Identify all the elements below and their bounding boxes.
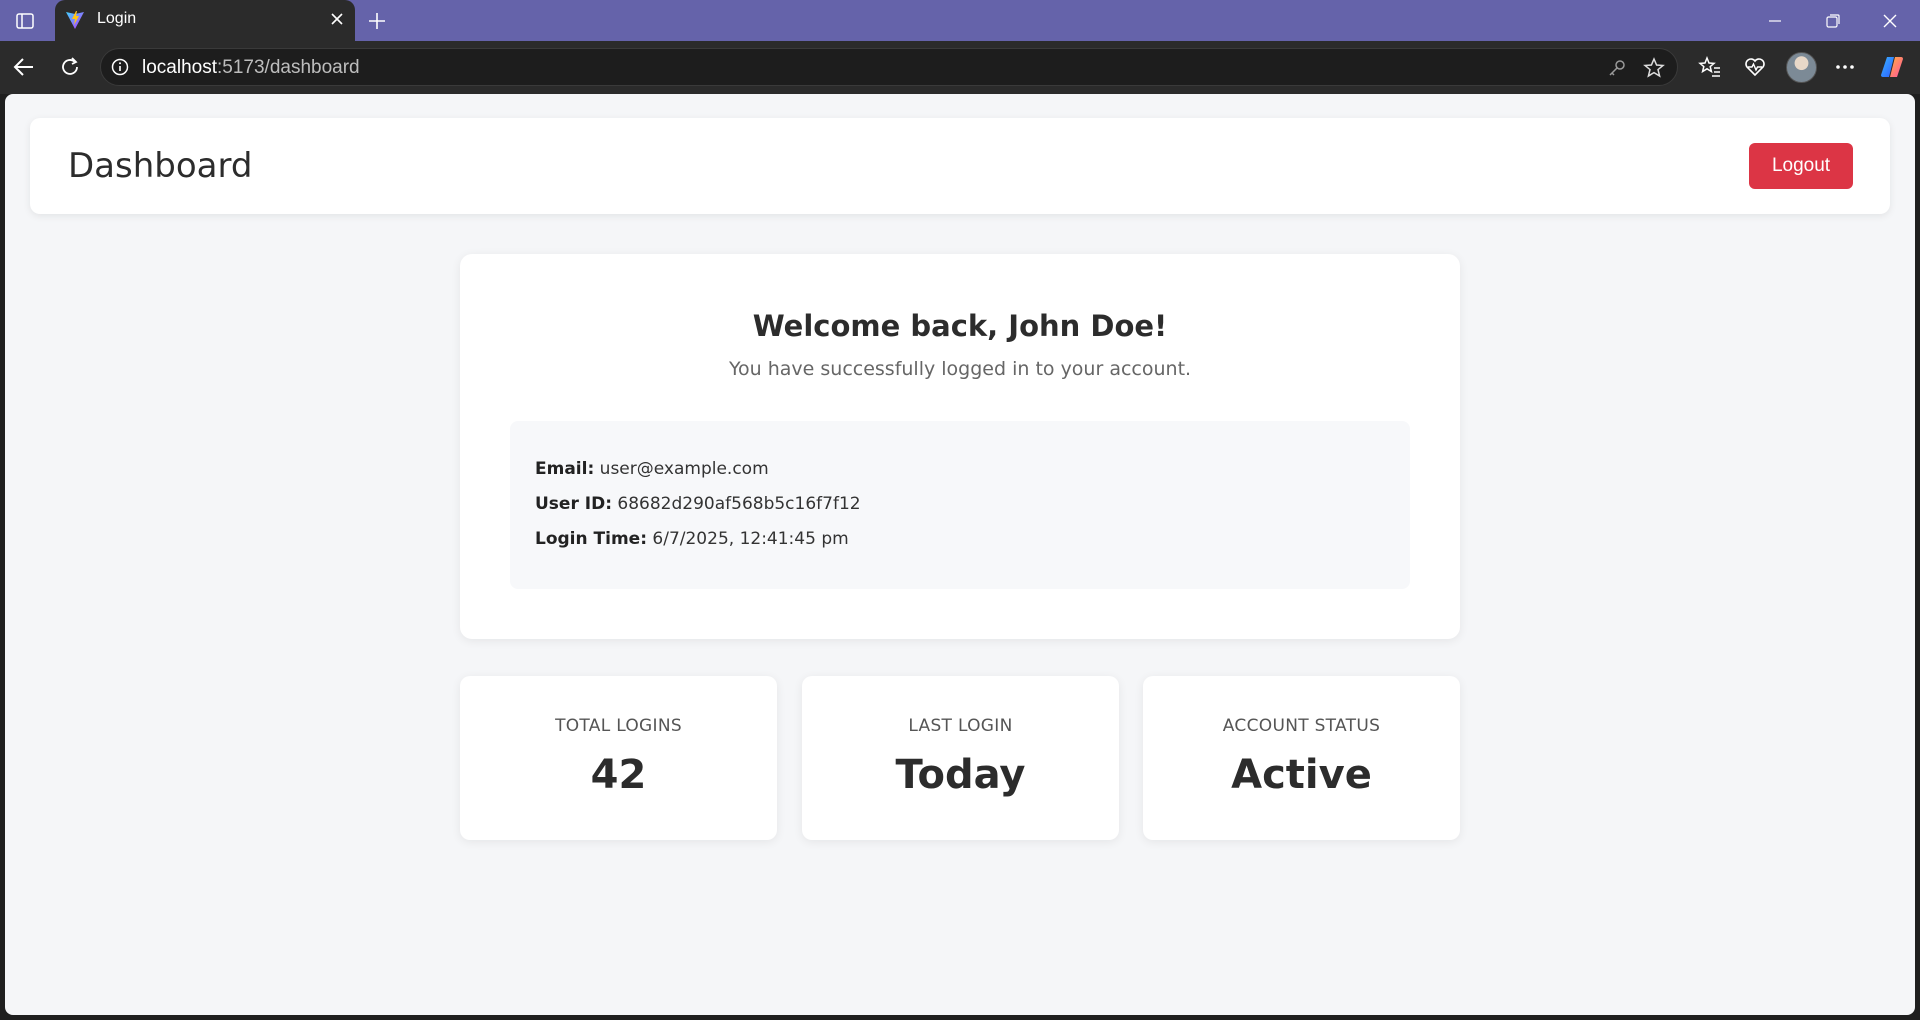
email-row: Email: user@example.com — [535, 459, 769, 479]
refresh-icon[interactable] — [54, 51, 86, 83]
favorites-icon[interactable] — [1694, 51, 1726, 83]
health-icon[interactable] — [1739, 51, 1771, 83]
user-id-label: User ID: — [535, 494, 612, 514]
welcome-subtitle: You have successfully logged in to your … — [728, 358, 1192, 380]
stat-label: TOTAL LOGINS — [555, 716, 682, 736]
email-value: user@example.com — [599, 459, 769, 479]
stat-value: 42 — [590, 752, 647, 798]
login-time-row: Login Time: 6/7/2025, 12:41:45 pm — [535, 529, 849, 549]
title-bar: Login — [0, 0, 1920, 41]
login-time-label: Login Time: — [535, 529, 647, 549]
user-id-value: 68682d290af568b5c16f7f12 — [617, 494, 861, 514]
key-icon[interactable] — [1607, 58, 1627, 78]
close-icon[interactable] — [329, 11, 345, 27]
copilot-icon[interactable] — [1876, 51, 1908, 83]
welcome-title: Welcome back, John Doe! — [752, 309, 1168, 343]
tab-title: Login — [97, 10, 137, 27]
vite-favicon-icon — [66, 11, 84, 29]
dashboard-header: Dashboard Logout — [30, 118, 1890, 214]
more-icon[interactable] — [1829, 51, 1861, 83]
stat-label: ACCOUNT STATUS — [1222, 716, 1381, 736]
stat-label: LAST LOGIN — [908, 716, 1013, 736]
star-icon[interactable] — [1643, 57, 1665, 79]
logout-button[interactable]: Logout — [1749, 143, 1853, 189]
welcome-card: Welcome back, John Doe! You have success… — [460, 254, 1460, 639]
sidebar-icon[interactable] — [10, 8, 40, 34]
browser-tab[interactable]: Login — [55, 0, 355, 41]
user-info-box: Email: user@example.com User ID: 68682d2… — [510, 421, 1410, 589]
login-time-value: 6/7/2025, 12:41:45 pm — [652, 529, 849, 549]
avatar[interactable] — [1786, 52, 1817, 83]
window-close-icon[interactable] — [1862, 0, 1918, 41]
page-viewport: Dashboard Logout Welcome back, John Doe!… — [5, 94, 1915, 1015]
email-label: Email: — [535, 459, 595, 479]
info-icon[interactable] — [111, 58, 129, 76]
stat-value: Active — [1231, 752, 1372, 798]
address-bar[interactable]: localhost:5173/dashboard — [100, 48, 1678, 86]
stat-card-last-login: LAST LOGIN Today — [802, 676, 1119, 840]
new-tab-icon[interactable] — [362, 6, 392, 36]
stat-card-account-status: ACCOUNT STATUS Active — [1143, 676, 1460, 840]
user-id-row: User ID: 68682d290af568b5c16f7f12 — [535, 494, 861, 514]
url-text: localhost:5173/dashboard — [142, 57, 360, 78]
restore-icon[interactable] — [1805, 0, 1861, 41]
stat-card-total-logins: TOTAL LOGINS 42 — [460, 676, 777, 840]
minimize-icon[interactable] — [1747, 0, 1803, 41]
page-title: Dashboard — [68, 146, 253, 186]
stat-value: Today — [895, 752, 1026, 798]
back-icon[interactable] — [8, 51, 40, 83]
browser-toolbar: localhost:5173/dashboard — [0, 41, 1920, 94]
